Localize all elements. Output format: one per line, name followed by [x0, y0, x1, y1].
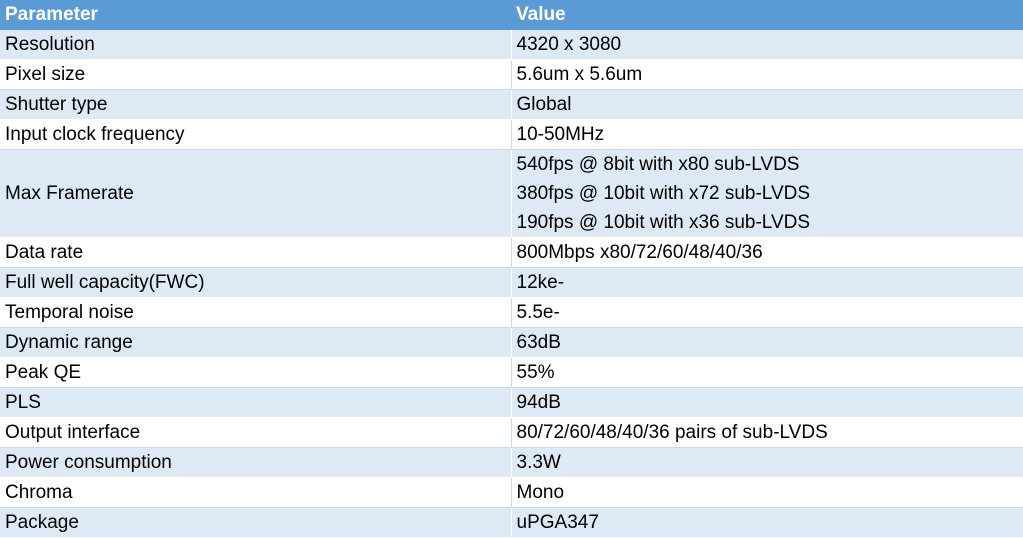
table-row: Output interface80/72/60/48/40/36 pairs …: [0, 418, 1023, 448]
value-cell: 5.5e-: [511, 298, 1023, 328]
value-cell: 800Mbps x80/72/60/48/40/36: [511, 238, 1023, 268]
spec-table: Parameter Value Resolution4320 x 3080Pix…: [0, 0, 1023, 538]
value-line: 190fps @ 10bit with x36 sub-LVDS: [517, 208, 1023, 237]
table-row: Data rate800Mbps x80/72/60/48/40/36: [0, 238, 1023, 268]
parameter-cell: Dynamic range: [0, 328, 511, 358]
header-row: Parameter Value: [0, 0, 1023, 30]
table-row: Dynamic range63dB: [0, 328, 1023, 358]
parameter-cell: Max Framerate: [0, 150, 511, 238]
table-row: Resolution4320 x 3080: [0, 30, 1023, 60]
value-cell: uPGA347: [511, 508, 1023, 538]
value-cell: 10-50MHz: [511, 120, 1023, 150]
parameter-cell: Temporal noise: [0, 298, 511, 328]
parameter-cell: Package: [0, 508, 511, 538]
value-cell: 3.3W: [511, 448, 1023, 478]
value-cell: 540fps @ 8bit with x80 sub-LVDS380fps @ …: [511, 150, 1023, 238]
table-row: Pixel size5.6um x 5.6um: [0, 60, 1023, 90]
header-parameter: Parameter: [0, 0, 511, 30]
value-cell: 80/72/60/48/40/36 pairs of sub-LVDS: [511, 418, 1023, 448]
table-row: ChromaMono: [0, 478, 1023, 508]
parameter-cell: Full well capacity(FWC): [0, 268, 511, 298]
table-body: Resolution4320 x 3080Pixel size5.6um x 5…: [0, 30, 1023, 538]
table-row: Max Framerate540fps @ 8bit with x80 sub-…: [0, 150, 1023, 238]
parameter-cell: Chroma: [0, 478, 511, 508]
value-cell: 55%: [511, 358, 1023, 388]
parameter-cell: Data rate: [0, 238, 511, 268]
table-row: Input clock frequency10-50MHz: [0, 120, 1023, 150]
parameter-cell: Resolution: [0, 30, 511, 60]
value-line: 380fps @ 10bit with x72 sub-LVDS: [517, 179, 1023, 208]
parameter-cell: Output interface: [0, 418, 511, 448]
value-cell: 5.6um x 5.6um: [511, 60, 1023, 90]
table-row: Full well capacity(FWC)12ke-: [0, 268, 1023, 298]
parameter-cell: Pixel size: [0, 60, 511, 90]
parameter-cell: Peak QE: [0, 358, 511, 388]
value-cell: Global: [511, 90, 1023, 120]
value-cell: 12ke-: [511, 268, 1023, 298]
header-value: Value: [511, 0, 1023, 30]
parameter-cell: Shutter type: [0, 90, 511, 120]
value-cell: Mono: [511, 478, 1023, 508]
table-row: Power consumption3.3W: [0, 448, 1023, 478]
parameter-cell: PLS: [0, 388, 511, 418]
value-cell: 94dB: [511, 388, 1023, 418]
table-row: PackageuPGA347: [0, 508, 1023, 538]
parameter-cell: Power consumption: [0, 448, 511, 478]
value-cell: 63dB: [511, 328, 1023, 358]
parameter-cell: Input clock frequency: [0, 120, 511, 150]
table-row: Temporal noise5.5e-: [0, 298, 1023, 328]
value-line: 540fps @ 8bit with x80 sub-LVDS: [517, 150, 1023, 179]
table-row: PLS94dB: [0, 388, 1023, 418]
table-row: Peak QE55%: [0, 358, 1023, 388]
value-cell: 4320 x 3080: [511, 30, 1023, 60]
table-row: Shutter typeGlobal: [0, 90, 1023, 120]
